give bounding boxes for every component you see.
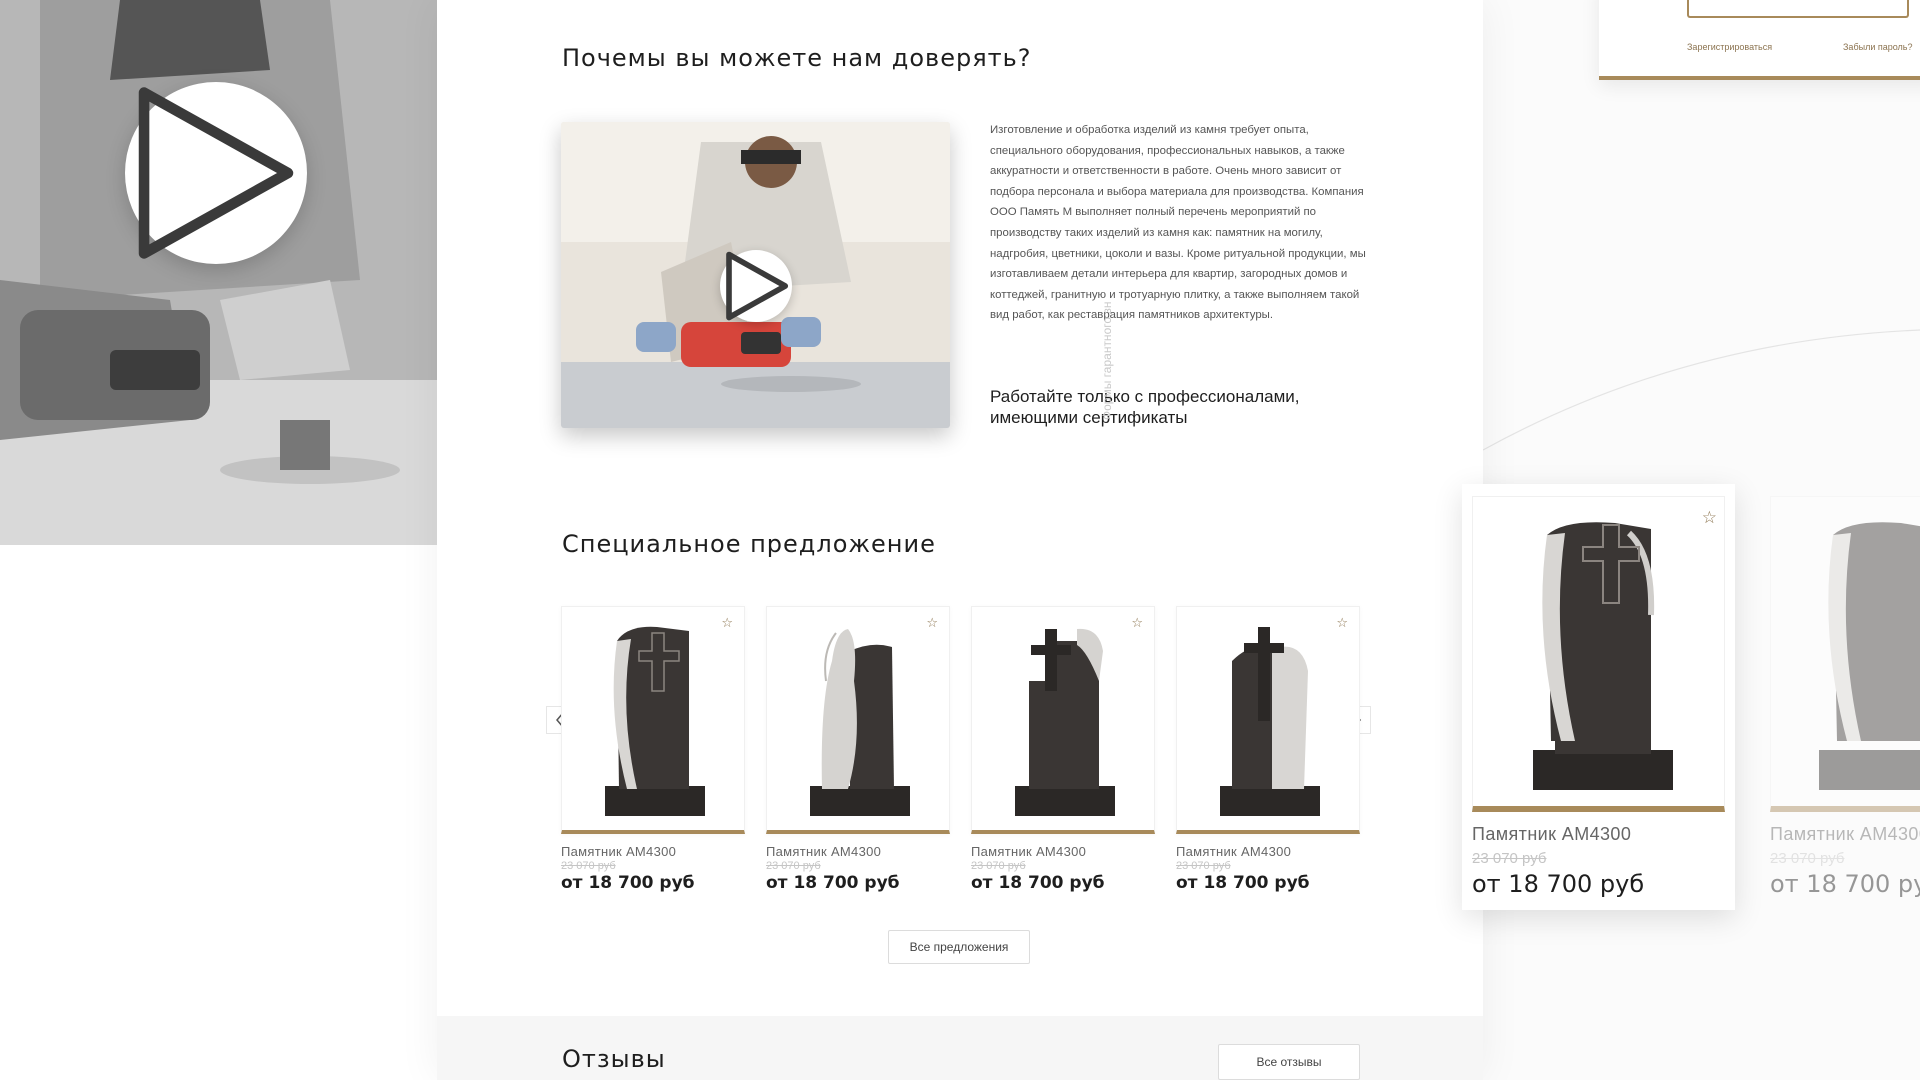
product-image: ☆ <box>1176 606 1360 834</box>
product-old-price: 23 070 руб <box>1472 850 1547 867</box>
product-image: ☆ <box>766 606 950 834</box>
showcase-product-card-faded[interactable]: Памятник АМ4300 23 070 руб от 18 700 руб <box>1760 484 1920 910</box>
vertical-watermark-text: Формы гарантного зн <box>1100 301 1114 421</box>
product-price: от 18 700 руб <box>766 873 900 893</box>
product-card[interactable]: ☆ Памятник АМ4300 23 070 руб от 18 700 р… <box>1176 606 1360 893</box>
register-button[interactable] <box>1687 0 1909 18</box>
video-play-button[interactable] <box>720 250 792 322</box>
product-old-price: 23 070 руб <box>766 860 821 872</box>
favorite-star-icon[interactable]: ☆ <box>1702 508 1717 528</box>
product-old-price: 23 070 руб <box>561 860 616 872</box>
product-name[interactable]: Памятник АМ4300 <box>971 844 1155 859</box>
product-old-price: 23 070 руб <box>971 860 1026 872</box>
forgot-password-link[interactable]: Забыли пароль? <box>1843 42 1912 52</box>
product-image: ☆ <box>971 606 1155 834</box>
product-image <box>1770 496 1920 812</box>
trust-description: Изготовление и обработка изделий из камн… <box>990 124 1366 322</box>
favorite-star-icon[interactable]: ☆ <box>1131 615 1143 631</box>
main-page: Почемы вы можете нам доверять? Изготовле… <box>437 0 1483 1080</box>
trust-video-thumbnail[interactable] <box>561 122 950 428</box>
product-image <box>1472 496 1725 812</box>
play-icon <box>726 251 789 321</box>
product-price: от 18 700 руб <box>971 873 1105 893</box>
product-price: от 18 700 руб <box>1472 870 1645 898</box>
product-card[interactable]: ☆ Памятник АМ4300 23 070 руб от 18 700 р… <box>766 606 950 893</box>
product-image: ☆ <box>561 606 745 834</box>
product-card[interactable]: ☆ Памятник АМ4300 23 070 руб от 18 700 р… <box>971 606 1155 893</box>
favorite-star-icon[interactable]: ☆ <box>926 615 938 631</box>
product-old-price: 23 070 руб <box>1770 850 1845 867</box>
product-old-price: 23 070 руб <box>1176 860 1231 872</box>
play-video-button[interactable] <box>125 82 307 264</box>
product-name[interactable]: Памятник АМ4300 <box>1176 844 1360 859</box>
login-panel: Зарегистрироваться Забыли пароль? <box>1599 0 1920 80</box>
decorative-arc <box>1483 329 1920 451</box>
special-offer-title: Специальное предложение <box>562 530 948 558</box>
product-name[interactable]: Памятник АМ4300 <box>766 844 950 859</box>
product-price: от 18 700 руб <box>1770 870 1920 898</box>
product-price: от 18 700 руб <box>1176 873 1310 893</box>
register-link[interactable]: Зарегистрироваться <box>1687 42 1772 52</box>
trust-section-title: Почемы вы можете нам доверять? <box>562 44 1044 72</box>
all-offers-button[interactable]: Все предложения <box>888 930 1030 964</box>
play-icon <box>138 87 294 259</box>
product-name[interactable]: Памятник АМ4300 <box>1472 824 1631 845</box>
all-reviews-button[interactable]: Все отзывы <box>1218 1044 1360 1080</box>
reviews-title: Отзывы <box>562 1045 666 1073</box>
product-name[interactable]: Памятник АМ4300 <box>1770 824 1920 845</box>
product-price: от 18 700 руб <box>561 873 695 893</box>
hero-worker-photo <box>0 0 437 545</box>
favorite-star-icon[interactable]: ☆ <box>721 615 733 631</box>
product-card[interactable]: ☆ Памятник АМ4300 23 070 руб от 18 700 р… <box>561 606 745 893</box>
product-name[interactable]: Памятник АМ4300 <box>561 844 745 859</box>
showcase-product-card[interactable]: ☆ Памятник АМ4300 23 070 руб от 18 700 р… <box>1462 484 1735 910</box>
favorite-star-icon[interactable]: ☆ <box>1336 615 1348 631</box>
trust-claim: Работайте только с профессионалами, имею… <box>990 387 1300 427</box>
